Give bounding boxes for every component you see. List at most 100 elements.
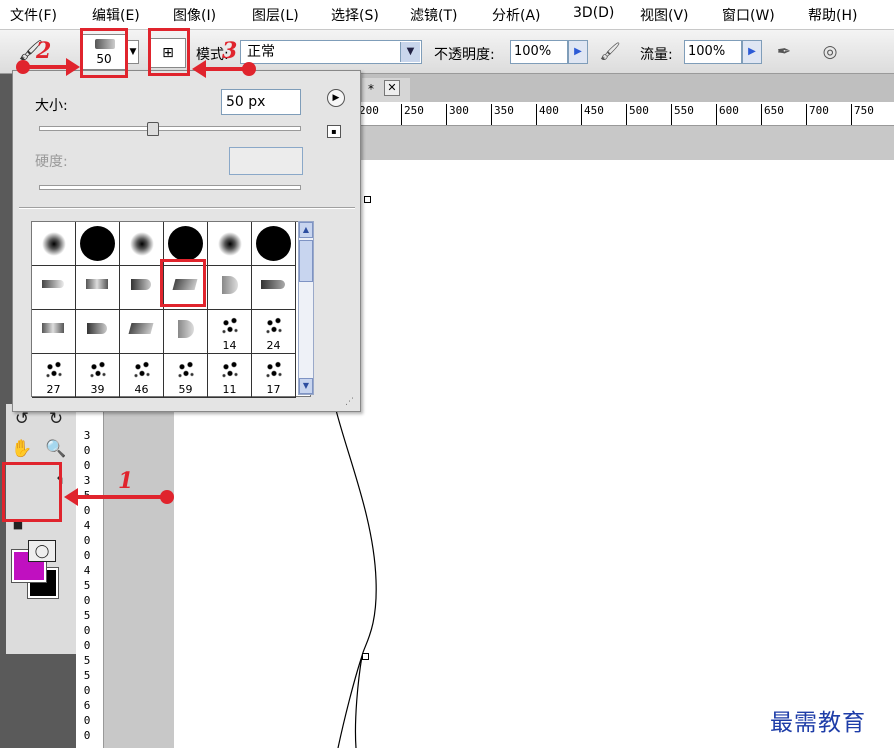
scroll-up-icon[interactable]: ▲ bbox=[299, 222, 313, 238]
annotation-number-1: 1 bbox=[118, 468, 134, 494]
resize-grip-icon[interactable]: ⋰ bbox=[345, 397, 357, 409]
scrollbar-thumb[interactable] bbox=[299, 240, 313, 282]
brush-tip-tip-flat[interactable] bbox=[32, 310, 76, 354]
ruler-tick-label: 350 bbox=[491, 104, 514, 125]
ruler-tick-label: 0 bbox=[83, 624, 91, 637]
ruler-tick-label: 550 bbox=[671, 104, 694, 125]
brush-tip-tip-fan[interactable] bbox=[208, 266, 252, 310]
chevron-down-icon[interactable]: ▼ bbox=[400, 42, 420, 62]
brush-tip-scatter[interactable]: 27 bbox=[32, 354, 76, 398]
soft-round-icon bbox=[42, 232, 66, 256]
annotation-number-2: 2 bbox=[36, 38, 52, 64]
annotation-line bbox=[76, 495, 162, 499]
scatter-icon bbox=[176, 358, 196, 380]
airbrush-icon[interactable]: ✒ bbox=[772, 40, 796, 64]
brush-preset-dropdown[interactable]: ▼ bbox=[127, 40, 139, 64]
scroll-down-icon[interactable]: ▼ bbox=[299, 378, 313, 394]
brush-tip-hard-round[interactable] bbox=[252, 222, 296, 266]
new-preset-icon[interactable]: ▪ bbox=[327, 125, 341, 138]
brush-tip-hard-round[interactable] bbox=[76, 222, 120, 266]
brush-size-label: 17 bbox=[266, 383, 281, 396]
path-curve-inner bbox=[354, 655, 363, 748]
ruler-tick-label: 0 bbox=[83, 444, 91, 457]
canvas-frame bbox=[104, 400, 174, 748]
brush-tip-scatter[interactable]: 14 bbox=[208, 310, 252, 354]
anchor-point[interactable] bbox=[364, 196, 371, 203]
brush-tip-tip-wedge[interactable] bbox=[252, 266, 296, 310]
hardness-slider-track bbox=[39, 185, 301, 190]
ruler-tick-label: 300 bbox=[446, 104, 469, 125]
brush-tip-scatter[interactable]: 11 bbox=[208, 354, 252, 398]
brush-tip-tip-fan[interactable] bbox=[164, 310, 208, 354]
panel-menu-icon[interactable]: ▶ bbox=[327, 89, 345, 107]
horizontal-ruler: 200 250 300 350 400 450 500 550 600 650 700 750 bbox=[360, 102, 894, 126]
zoom-tool-icon[interactable]: 🔍 bbox=[44, 438, 68, 460]
brush-size-label: 14 bbox=[222, 339, 237, 352]
annotation-arrow-right bbox=[66, 58, 80, 76]
brush-tip-tip-round[interactable] bbox=[120, 266, 164, 310]
ruler-tick-label: 500 bbox=[626, 104, 649, 125]
anchor-point[interactable] bbox=[362, 653, 369, 660]
flow-slider-button[interactable]: ▶ bbox=[742, 40, 762, 64]
brush-tip-grid: 14 24 27 39 46 59 11 17 bbox=[31, 221, 311, 398]
flow-label: 流量: bbox=[640, 47, 673, 63]
brush-preset-panel: 大小: 50 px ▶ ▪ 硬度: 14 24 27 39 46 59 11 17 ▲ ▼ ⋰ bbox=[12, 70, 361, 412]
brush-tip-scatter[interactable]: 17 bbox=[252, 354, 296, 398]
opacity-label: 不透明度: bbox=[434, 47, 495, 63]
brush-tip-scatter[interactable]: 46 bbox=[120, 354, 164, 398]
opacity-input[interactable]: 100% bbox=[510, 40, 568, 64]
ruler-tick-label: 5 bbox=[83, 669, 91, 682]
menu-help[interactable]: 帮助(H) bbox=[808, 5, 857, 25]
annotation-arrow-left bbox=[64, 488, 78, 506]
brush-tip-tip-angled[interactable] bbox=[120, 310, 164, 354]
tablet-pressure-icon[interactable]: 🖌 bbox=[598, 40, 622, 64]
document-tab-strip bbox=[360, 74, 894, 102]
size-input[interactable]: 50 px bbox=[221, 89, 301, 115]
brush-tip-soft-round[interactable] bbox=[120, 222, 164, 266]
brush-tip-tip-flat[interactable] bbox=[76, 266, 120, 310]
menu-edit[interactable]: 编辑(E) bbox=[92, 5, 140, 25]
annotation-dot bbox=[160, 490, 174, 504]
target-icon[interactable]: ◎ bbox=[818, 40, 842, 64]
ruler-tick-label: 0 bbox=[83, 534, 91, 547]
tip-flat-icon bbox=[86, 279, 108, 289]
flow-input[interactable]: 100% bbox=[684, 40, 742, 64]
brush-tip-scatter[interactable]: 39 bbox=[76, 354, 120, 398]
path-curve bbox=[335, 409, 377, 748]
menu-select[interactable]: 选择(S) bbox=[331, 5, 379, 25]
menu-file[interactable]: 文件(F) bbox=[10, 5, 57, 25]
opacity-slider-button[interactable]: ▶ bbox=[568, 40, 588, 64]
brush-tip-scatter[interactable]: 59 bbox=[164, 354, 208, 398]
menu-filter[interactable]: 滤镜(T) bbox=[410, 5, 457, 25]
ruler-tick-label: 6 bbox=[83, 699, 91, 712]
size-slider-track[interactable] bbox=[39, 126, 301, 131]
brush-tip-soft-round[interactable] bbox=[32, 222, 76, 266]
quick-mask-icon[interactable]: ◯ bbox=[28, 540, 56, 562]
brush-tip-tip-pointed[interactable] bbox=[32, 266, 76, 310]
close-icon[interactable]: ✕ bbox=[384, 80, 400, 96]
menu-window[interactable]: 窗口(W) bbox=[722, 5, 775, 25]
brush-tip-soft-round[interactable] bbox=[208, 222, 252, 266]
menu-layer[interactable]: 图层(L) bbox=[252, 5, 299, 25]
menu-image[interactable]: 图像(I) bbox=[173, 5, 216, 25]
highlight-selected-brush bbox=[160, 259, 206, 307]
hand-tool-icon[interactable]: ✋ bbox=[10, 438, 34, 460]
menu-view[interactable]: 视图(V) bbox=[640, 5, 689, 25]
menu-3d[interactable]: 3D(D) bbox=[573, 5, 614, 21]
ruler-tick-label: 0 bbox=[83, 729, 91, 742]
divider bbox=[19, 207, 355, 209]
hardness-label: 硬度: bbox=[35, 154, 68, 170]
brush-grid-scrollbar[interactable]: ▲ ▼ bbox=[298, 221, 314, 395]
annotation-line bbox=[28, 65, 68, 69]
menu-analysis[interactable]: 分析(A) bbox=[492, 5, 541, 25]
annotation-number-3: 3 bbox=[222, 38, 238, 64]
photoshop-window: 文件(F) 编辑(E) 图像(I) 图层(L) 选择(S) 滤镜(T) 分析(A… bbox=[0, 0, 894, 748]
ruler-tick-label: 0 bbox=[83, 639, 91, 652]
brush-tip-scatter[interactable]: 24 bbox=[252, 310, 296, 354]
mode-select[interactable]: 正常 ▼ bbox=[240, 40, 422, 64]
brush-tip-tip-round[interactable] bbox=[76, 310, 120, 354]
size-slider-thumb[interactable] bbox=[147, 122, 159, 136]
watermark: 最需教育 bbox=[770, 710, 866, 736]
ruler-tick-label: 250 bbox=[401, 104, 424, 125]
ruler-tick-label: 5 bbox=[83, 579, 91, 592]
